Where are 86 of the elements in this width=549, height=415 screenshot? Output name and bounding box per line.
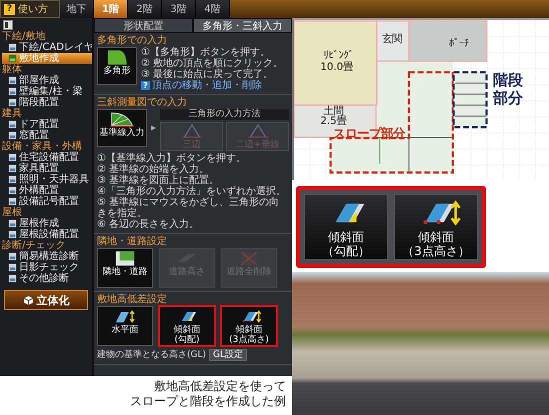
instruction-step: ② 基準線の始端を入力。 [97,164,289,175]
instruction-step: ①【基準線入力】ボタンを押す。 [97,153,289,164]
floor-tab[interactable]: 3階 [162,0,196,18]
tool-button[interactable]: 隣地・道路 [97,248,153,288]
polygon-button[interactable]: 多角形 [97,47,137,85]
section-title: 多角形での入力 [97,35,168,46]
sidebar-item[interactable]: 設備記号配置 [2,196,92,207]
tool-button[interactable]: 傾斜面 (3点高さ) [221,306,277,346]
sidebar-item[interactable]: 壁編集/柱・梁 [2,86,92,97]
slope-button[interactable]: 傾斜面 （3点高さ） [394,194,478,260]
sheet-icon [8,131,17,140]
sidebar-item[interactable]: 住宅設備配置 [2,152,92,163]
sheet-icon [8,98,17,107]
help-button[interactable]: ? 使い方 [0,0,60,18]
instruction-step: ④「三角形の入力方法」をいずれか選択。 [97,186,289,197]
sidebar-item[interactable]: 家具配置 [2,163,92,174]
sheet-icon [8,87,17,96]
sheet-icon [8,263,17,272]
instruction-step: ② 敷地の頂点を順にクリック。 [141,58,289,69]
triangle-fan-icon [109,111,135,128]
triangle-pointer-icon [151,123,156,133]
section-title: 隣地・道路設定 [97,236,168,248]
stairs-label: 階段部分 [493,71,524,108]
room-name: ﾘﾋﾞﾝｸﾞ [323,49,354,62]
sheet-icon [8,219,17,228]
sidebar-item[interactable]: 部屋作成 [2,75,92,86]
floor-tab[interactable]: 地下 [60,0,94,18]
sheet-icon [8,54,17,63]
instruction-step: ①【多角形】ボタンを押す。 [141,47,289,58]
help-icon: ? [141,81,150,90]
sidebar-item[interactable]: 屋根作成 [2,218,92,229]
sidebar-item[interactable]: 屋根設備配置 [2,229,92,240]
sidebar-item[interactable]: 照明・天井器具 [2,174,92,185]
triangle-icon [244,123,270,140]
sheet-icon [8,230,17,239]
sheet-icon [8,76,17,85]
floor-tab[interactable]: 4階 [196,0,230,18]
sheet-icon [8,175,17,184]
room-name: 土間 [323,104,344,117]
section-title: 三斜測量図での入力 [97,97,188,109]
sidebar-group-title: 屋根 [2,207,23,218]
sheet-icon [8,252,17,261]
sidebar-item[interactable]: 階段配置 [2,97,92,108]
sheet-icon [8,120,17,129]
method-label: 三角形の入力方法 [160,109,289,120]
room-area: 2.5畳 [320,115,347,128]
panel-tab[interactable]: 形状配置 [94,18,193,33]
build-3d-button[interactable]: 立体化 [4,290,88,310]
sheet-icon [8,164,17,173]
room-area: 10.0畳 [320,60,354,73]
floor-tab[interactable]: 2階 [128,0,162,18]
gl-setting-button[interactable]: GL設定 [209,348,248,360]
sidebar-item[interactable]: ドア配置 [2,119,92,130]
sidebar-item[interactable]: 窓配置 [2,130,92,141]
sidebar-item[interactable]: 日影チェック [2,262,92,273]
panel-tab[interactable]: 多角形・三斜入力 [193,18,292,33]
sheet-icon [8,274,17,283]
cube-icon [22,294,34,306]
sheet-icon [8,186,17,195]
instruction-step: ⑥ 各辺の長さを入力。 [97,219,289,230]
room-name: ﾎﾟｰﾁ [449,38,470,50]
sidebar-group-title: 診断/チェック [2,240,66,251]
sidebar-group-title: 下絵/敷地 [2,31,46,42]
sidebar-group-title: 建具 [2,108,22,119]
room-name: 玄関 [382,33,402,46]
sheet-icon [8,153,17,162]
sidebar-group-title: 躯体 [2,64,22,75]
baseline-input-button[interactable]: 基準線入力 [97,109,147,147]
slope-button[interactable]: 傾斜面 （勾配） [304,194,388,260]
sidebar-item[interactable]: その他診断 [2,273,92,284]
sheet-icon [8,43,17,52]
sheet-icon [8,197,17,206]
section-title: 敷地高低差設定 [97,294,168,306]
caption-text: 敷地高低差設定を使って スロープと階段を作成した例 [129,378,287,410]
sidebar-item[interactable]: 外構配置 [2,185,92,196]
instruction-step: ③ 最後に始点に戻って完了。 [141,69,289,80]
gl-note: 建物の基準となる高さ(GL) [97,348,206,361]
panel-toggle-icon[interactable] [3,20,13,30]
sidebar-item[interactable]: 簡易構造診断 [2,251,92,262]
sidebar-group-title: 設備・家具・外構 [2,141,83,152]
instruction-step: ⑤ 基準線にマウスをかざし、三角形の向きを指定。 [97,197,289,219]
instruction-step: ③ 基準線を図面上に配置。 [97,175,289,186]
triangle-icon [178,123,204,140]
tool-button[interactable]: 水平面 [97,306,153,346]
tool-button[interactable]: 傾斜面 (勾配) [159,306,215,346]
vertex-edit-link[interactable]: 頂点の移動・追加・削除 [152,80,262,91]
